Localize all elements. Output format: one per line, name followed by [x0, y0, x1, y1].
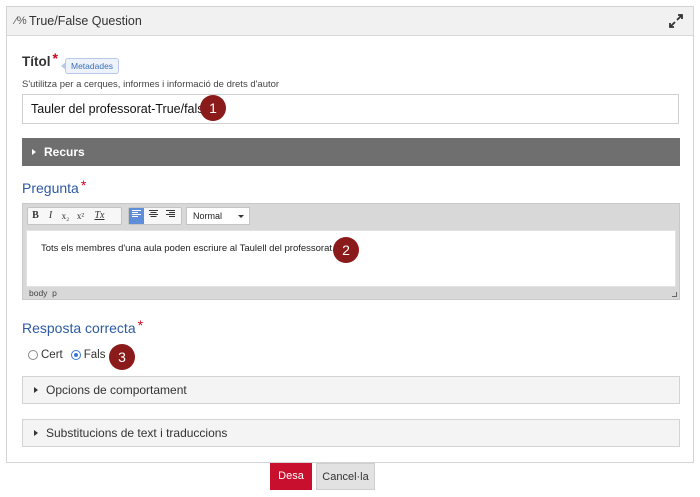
alignment-group: [128, 207, 182, 225]
behaviour-options-label: Opcions de comportament: [46, 383, 187, 397]
align-left-icon: [132, 210, 141, 217]
percent-fraction-icon: ⁄%: [15, 15, 27, 27]
caret-right-icon: [34, 386, 38, 393]
element-path: body p: [29, 288, 57, 298]
step-marker-2: 2: [333, 237, 359, 263]
caret-right-icon: [32, 148, 36, 155]
cancel-button[interactable]: Cancel·la: [316, 463, 375, 490]
align-right-icon: [166, 210, 175, 217]
format-select[interactable]: Normal: [186, 207, 250, 225]
required-mark: *: [80, 177, 87, 193]
title-input[interactable]: Tauler del professorat-True/false: [22, 94, 679, 124]
superscript-button[interactable]: x²: [73, 208, 88, 224]
answer-radio-group: Cert Fals: [28, 349, 105, 361]
question-label: Pregunta *: [22, 177, 87, 196]
caret-right-icon: [34, 429, 38, 436]
behaviour-options-section[interactable]: Opcions de comportament: [22, 376, 680, 404]
format-select-value: Normal: [193, 211, 223, 221]
save-button[interactable]: Desa: [270, 463, 312, 490]
correct-answer-label: Resposta correcta *: [22, 317, 144, 336]
radio-true[interactable]: [28, 350, 38, 360]
editor-toolbar: B I x₂ x² Tx Normal: [23, 204, 679, 228]
path-item-body[interactable]: body: [29, 288, 47, 298]
radio-false[interactable]: [70, 350, 81, 360]
text-substitutions-label: Substitucions de text i traduccions: [46, 426, 228, 440]
expand-arrows-icon[interactable]: [669, 14, 683, 28]
path-item-p[interactable]: p: [52, 288, 57, 298]
align-center-button[interactable]: [146, 208, 161, 224]
align-left-button[interactable]: [129, 208, 144, 224]
panel-header: ⁄% True/False Question: [7, 7, 693, 36]
clear-format-button[interactable]: Tx: [92, 208, 107, 224]
title-label: Títol *: [22, 50, 58, 69]
title-hint: S'utilitza per a cerques, informes i inf…: [22, 79, 280, 90]
required-mark: *: [52, 50, 58, 66]
radio-false-label[interactable]: Fals: [84, 349, 106, 361]
required-mark: *: [137, 317, 144, 333]
text-substitutions-section[interactable]: Substitucions de text i traduccions: [22, 419, 680, 447]
italic-button[interactable]: I: [43, 208, 58, 224]
metadata-badge[interactable]: Metadades: [60, 58, 120, 74]
align-center-icon: [149, 210, 158, 217]
title-label-text: Títol: [22, 54, 51, 69]
panel-title: True/False Question: [29, 14, 142, 28]
bold-button[interactable]: B: [28, 208, 43, 224]
align-right-button[interactable]: [163, 208, 178, 224]
question-editor-panel: ⁄% True/False Question Títol * Metadades …: [6, 6, 694, 463]
chevron-down-icon: [238, 215, 244, 218]
step-marker-1: 1: [200, 95, 226, 121]
text-style-group: B I x₂ x² Tx: [27, 207, 122, 225]
recurs-section-toggle[interactable]: Recurs: [22, 138, 680, 166]
step-marker-3: 3: [109, 344, 135, 370]
question-label-text: Pregunta: [22, 180, 79, 196]
correct-answer-label-text: Resposta correcta: [22, 320, 136, 336]
resize-handle[interactable]: [672, 292, 677, 297]
recurs-label: Recurs: [44, 145, 85, 159]
radio-true-label[interactable]: Cert: [41, 349, 63, 361]
subscript-button[interactable]: x₂: [58, 208, 73, 224]
